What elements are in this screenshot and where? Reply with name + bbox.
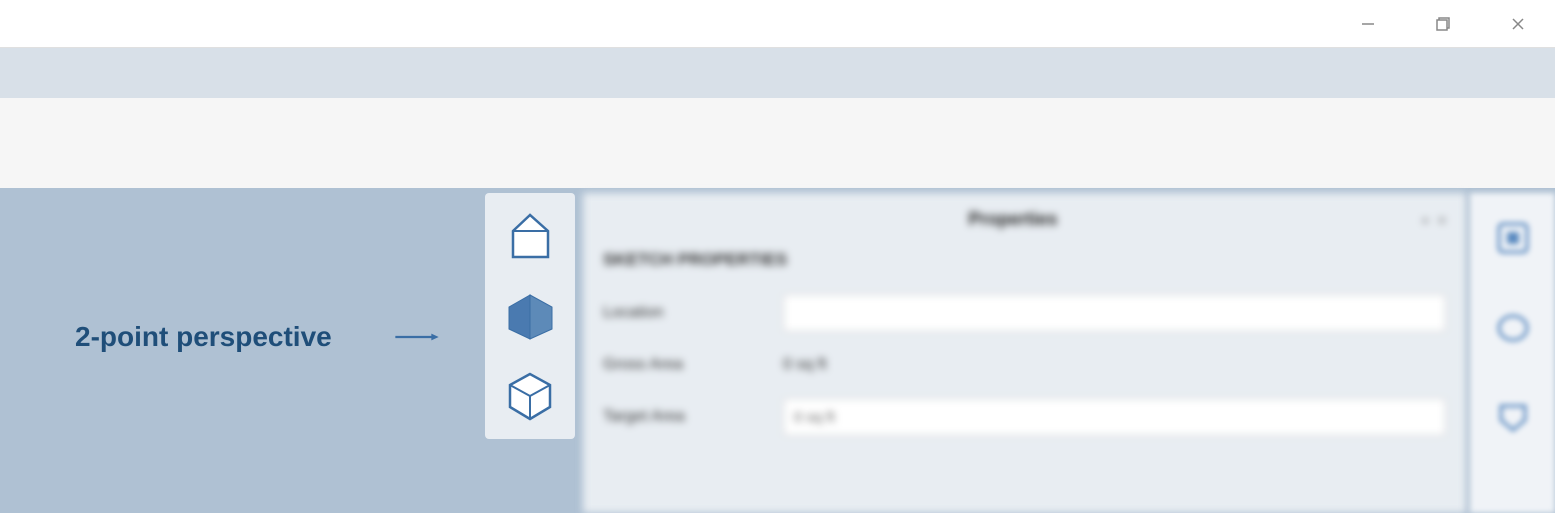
gross-area-row: Gross Area 0 sq ft: [591, 344, 1458, 386]
maximize-icon: [1434, 15, 1452, 33]
side-tool-2[interactable]: [1488, 303, 1538, 353]
canvas-area[interactable]: 2-point perspective: [0, 188, 575, 513]
annotation-label: 2-point perspective: [75, 321, 332, 353]
perspective-toolbar: [485, 193, 575, 439]
ribbon-tabs: [0, 48, 1555, 98]
two-point-perspective-icon: [503, 289, 558, 344]
side-tool-3[interactable]: [1488, 393, 1538, 443]
side-tool-1[interactable]: [1488, 213, 1538, 263]
panel-header: Properties ▪ ×: [591, 201, 1458, 238]
panel-title: Properties: [603, 209, 1423, 230]
close-button[interactable]: [1480, 0, 1555, 48]
target-area-input[interactable]: [783, 398, 1446, 436]
panel-section-title: SKETCH PROPERTIES: [591, 238, 1458, 282]
window-frame: 2-point perspective: [0, 0, 1555, 513]
pin-icon[interactable]: ▪: [1423, 212, 1428, 228]
window-controls: [1330, 0, 1555, 48]
tool-icon-2: [1493, 308, 1533, 348]
panel-area: Properties ▪ × SKETCH PROPERTIES Locatio…: [575, 188, 1555, 513]
properties-panel: Properties ▪ × SKETCH PROPERTIES Locatio…: [583, 193, 1466, 513]
one-point-perspective-icon: [503, 209, 558, 264]
three-point-perspective-button[interactable]: [495, 361, 565, 431]
target-area-label: Target Area: [603, 408, 763, 426]
annotation-callout: 2-point perspective: [75, 321, 477, 353]
minimize-button[interactable]: [1330, 0, 1405, 48]
ribbon-panel: [0, 98, 1555, 188]
location-row: Location: [591, 282, 1458, 344]
side-toolbar: [1470, 193, 1555, 513]
location-input[interactable]: [783, 294, 1446, 332]
tool-icon-3: [1493, 398, 1533, 438]
gross-area-label: Gross Area: [603, 356, 763, 374]
content-area: 2-point perspective: [0, 188, 1555, 513]
gross-area-value: 0 sq ft: [783, 356, 827, 374]
arrow-icon: [357, 333, 477, 341]
titlebar: [0, 0, 1555, 48]
target-area-row: Target Area: [591, 386, 1458, 448]
close-icon: [1509, 15, 1527, 33]
three-point-perspective-icon: [503, 369, 558, 424]
minimize-icon: [1359, 15, 1377, 33]
one-point-perspective-button[interactable]: [495, 201, 565, 271]
location-label: Location: [603, 304, 763, 322]
two-point-perspective-button[interactable]: [495, 281, 565, 351]
tool-icon-1: [1493, 218, 1533, 258]
panel-close-icon[interactable]: ×: [1438, 212, 1446, 228]
maximize-button[interactable]: [1405, 0, 1480, 48]
